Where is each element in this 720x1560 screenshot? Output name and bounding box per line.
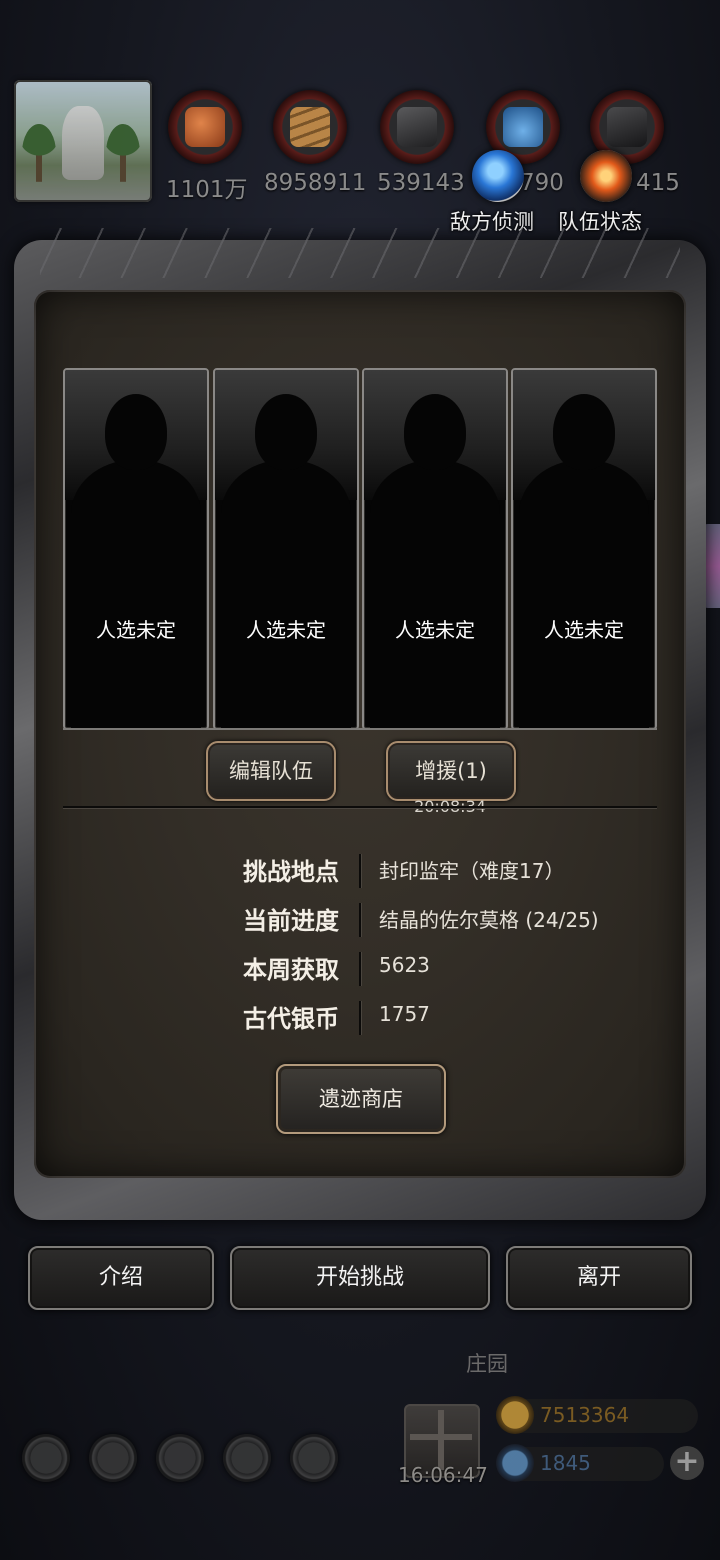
stone-value: 415 (636, 170, 680, 196)
team-slot[interactable]: 人选未定 (511, 368, 657, 730)
meat-value: 1101万 (166, 177, 248, 203)
gift-timer: 16:06:47 (398, 1463, 488, 1487)
team-slots: 人选未定 人选未定 人选未定 人选未定 (63, 368, 657, 730)
silhouette-icon (105, 394, 167, 470)
slot-label: 人选未定 (246, 618, 326, 642)
wood-resource-icon[interactable] (273, 90, 347, 164)
progress-key: 当前进度 (243, 907, 339, 935)
start-challenge-button[interactable]: 开始挑战 (230, 1246, 490, 1310)
add-currency-button[interactable]: + (670, 1446, 704, 1480)
frame-ornament (40, 228, 680, 278)
location-key: 挑战地点 (243, 858, 339, 886)
intro-button[interactable]: 介绍 (28, 1246, 214, 1310)
team-slot[interactable]: 人选未定 (362, 368, 508, 730)
weekly-key: 本周获取 (243, 956, 339, 984)
enemy-scout-button[interactable] (472, 150, 524, 202)
silhouette-icon (553, 394, 615, 470)
statue-icon (62, 106, 104, 180)
chat-icon[interactable] (290, 1434, 338, 1482)
estate-label[interactable]: 庄园 (466, 1348, 508, 1378)
palm-tree-icon (106, 124, 140, 182)
slot-label: 人选未定 (544, 618, 624, 642)
silhouette-icon (404, 394, 466, 470)
info-row-weekly: 本周获取 5623 (63, 950, 657, 990)
meat-resource-icon[interactable] (168, 90, 242, 164)
slot-label: 人选未定 (96, 618, 176, 642)
iron-value: 539143 (377, 170, 465, 196)
castle-icon[interactable] (156, 1434, 204, 1482)
silhouette-icon (255, 394, 317, 470)
coin-key: 古代银币 (243, 1005, 339, 1033)
iron-resource-icon[interactable] (380, 90, 454, 164)
progress-value: 结晶的佐尔莫格 (24/25) (379, 908, 599, 932)
team-slot[interactable]: 人选未定 (213, 368, 359, 730)
section-divider (63, 806, 657, 808)
slot-baseline (63, 728, 657, 730)
info-row-coin: 古代银币 1757 (63, 999, 657, 1039)
location-value: 封印监牢（难度17） (379, 859, 565, 883)
mail-icon[interactable] (223, 1434, 271, 1482)
settings-gear-icon[interactable] (22, 1434, 70, 1482)
gem-value: 1845 (540, 1451, 591, 1475)
team-slot[interactable]: 人选未定 (63, 368, 209, 730)
slot-label: 人选未定 (395, 618, 475, 642)
info-row-progress: 当前进度 结晶的佐尔莫格 (24/25) (63, 901, 657, 941)
weekly-value: 5623 (379, 953, 430, 977)
wood-value: 8958911 (264, 170, 367, 196)
coin-value: 1757 (379, 1002, 430, 1026)
gold-value: 7513364 (540, 1403, 630, 1427)
info-row-location: 挑战地点 封印监牢（难度17） (63, 852, 657, 892)
crystal-value: 790 (520, 170, 564, 196)
gem-icon (496, 1444, 534, 1482)
team-status-button[interactable] (580, 150, 632, 202)
reinforce-button[interactable]: 增援(1) (386, 741, 516, 801)
edit-team-button[interactable]: 编辑队伍 (206, 741, 336, 801)
player-avatar[interactable] (14, 80, 152, 202)
ruins-shop-button[interactable]: 遗迹商店 (276, 1064, 446, 1134)
gold-coin-icon (496, 1396, 534, 1434)
achievement-icon[interactable] (89, 1434, 137, 1482)
palm-tree-icon (22, 124, 56, 182)
leave-button[interactable]: 离开 (506, 1246, 692, 1310)
